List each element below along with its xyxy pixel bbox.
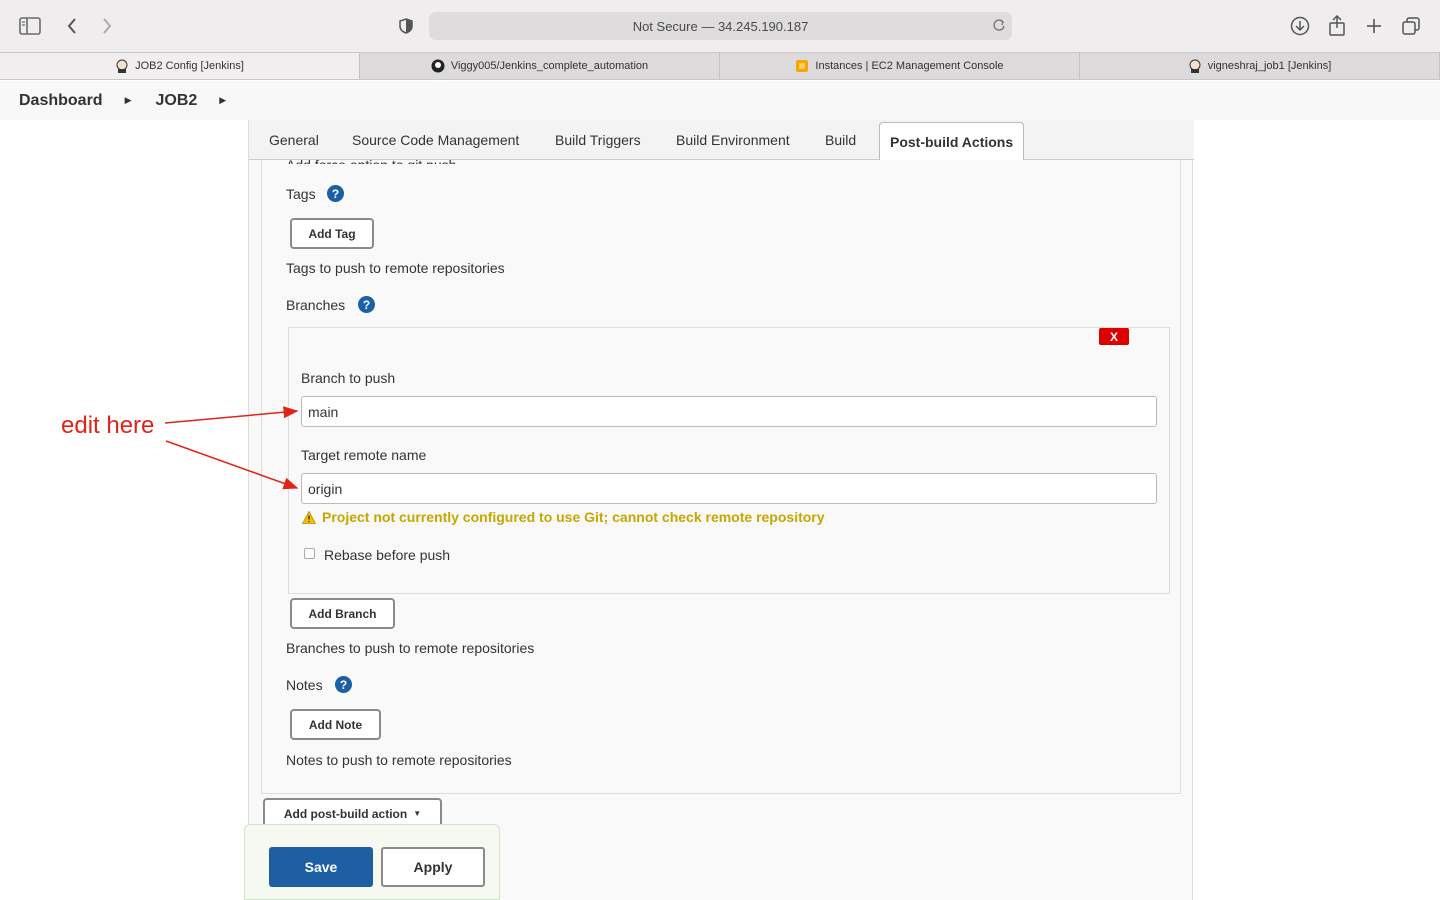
partial-option-text: Add force option to git push [286,154,456,164]
tab-build-triggers[interactable]: Build Triggers [545,120,651,160]
tab-label: vigneshraj_job1 [Jenkins] [1207,60,1332,72]
tags-label: Tags [286,186,316,202]
jenkins-icon [115,59,129,73]
breadcrumb-arrow-icon[interactable]: ▶ [219,95,226,106]
save-button[interactable]: Save [269,847,373,887]
browser-tab-bar: JOB2 Config [Jenkins] Viggy005/Jenkins_c… [0,52,1440,80]
back-icon[interactable] [59,13,85,39]
reload-icon[interactable] [992,17,1006,36]
browser-tab-github[interactable]: Viggy005/Jenkins_complete_automation [360,53,720,79]
sidebar-toggle-icon[interactable] [17,13,43,39]
tab-label: Instances | EC2 Management Console [815,60,1004,72]
tab-build-environment[interactable]: Build Environment [666,120,800,160]
download-icon[interactable] [1287,13,1313,39]
rebase-label: Rebase before push [324,547,451,563]
branch-to-push-label: Branch to push [301,370,396,386]
tab-post-build-actions[interactable]: Post-build Actions [879,122,1025,161]
add-branch-button[interactable]: Add Branch [290,598,395,629]
branch-to-push-input[interactable]: main [301,396,1157,427]
new-tab-icon[interactable] [1361,13,1387,39]
browser-tab-job2-config[interactable]: JOB2 Config [Jenkins] [0,53,360,79]
rebase-checkbox[interactable] [304,548,315,559]
jenkins-icon [1188,59,1202,73]
tab-label: JOB2 Config [Jenkins] [135,60,244,72]
privacy-shield-icon[interactable] [393,13,419,39]
address-text: Not Secure — 34.245.190.187 [632,18,809,34]
caret-down-icon: ▼ [413,809,422,818]
breadcrumb-arrow-icon[interactable]: ▶ [125,95,132,106]
tags-help-icon[interactable]: ? [327,185,344,202]
breadcrumb-dashboard[interactable]: Dashboard [19,92,103,110]
github-icon [431,59,445,73]
delete-branch-button[interactable]: X [1099,328,1129,345]
add-post-build-label: Add post-build action [283,806,408,821]
warning-text: Project not currently configured to use … [322,509,825,525]
browser-tab-ec2[interactable]: Instances | EC2 Management Console [720,53,1080,79]
tab-label: Viggy005/Jenkins_complete_automation [450,60,649,72]
branches-help-icon[interactable]: ? [358,296,375,313]
share-icon[interactable] [1324,13,1350,39]
warning-icon [302,510,316,524]
target-remote-label: Target remote name [301,447,427,463]
notes-label: Notes [286,677,323,693]
branches-description: Branches to push to remote repositories [286,640,535,656]
target-remote-input[interactable]: origin [301,473,1157,504]
tags-description: Tags to push to remote repositories [286,260,505,276]
breadcrumb-job2[interactable]: JOB2 [156,92,198,110]
breadcrumb: Dashboard ▶ JOB2 ▶ [0,81,1440,120]
notes-help-icon[interactable]: ? [335,676,352,693]
address-bar[interactable]: Not Secure — 34.245.190.187 [429,12,1012,40]
git-warning: Project not currently configured to use … [302,509,825,525]
aws-icon [795,59,809,73]
annotation-text: edit here [61,412,155,439]
browser-toolbar: Not Secure — 34.245.190.187 [0,0,1440,52]
add-tag-button[interactable]: Add Tag [290,218,374,249]
apply-button[interactable]: Apply [381,847,485,887]
add-note-button[interactable]: Add Note [290,709,381,740]
forward-icon[interactable] [94,13,120,39]
notes-description: Notes to push to remote repositories [286,752,512,768]
branches-label: Branches [286,297,346,313]
browser-tab-job1[interactable]: vigneshraj_job1 [Jenkins] [1080,53,1440,79]
tab-build[interactable]: Build [815,120,866,160]
tab-overview-icon[interactable] [1398,13,1424,39]
